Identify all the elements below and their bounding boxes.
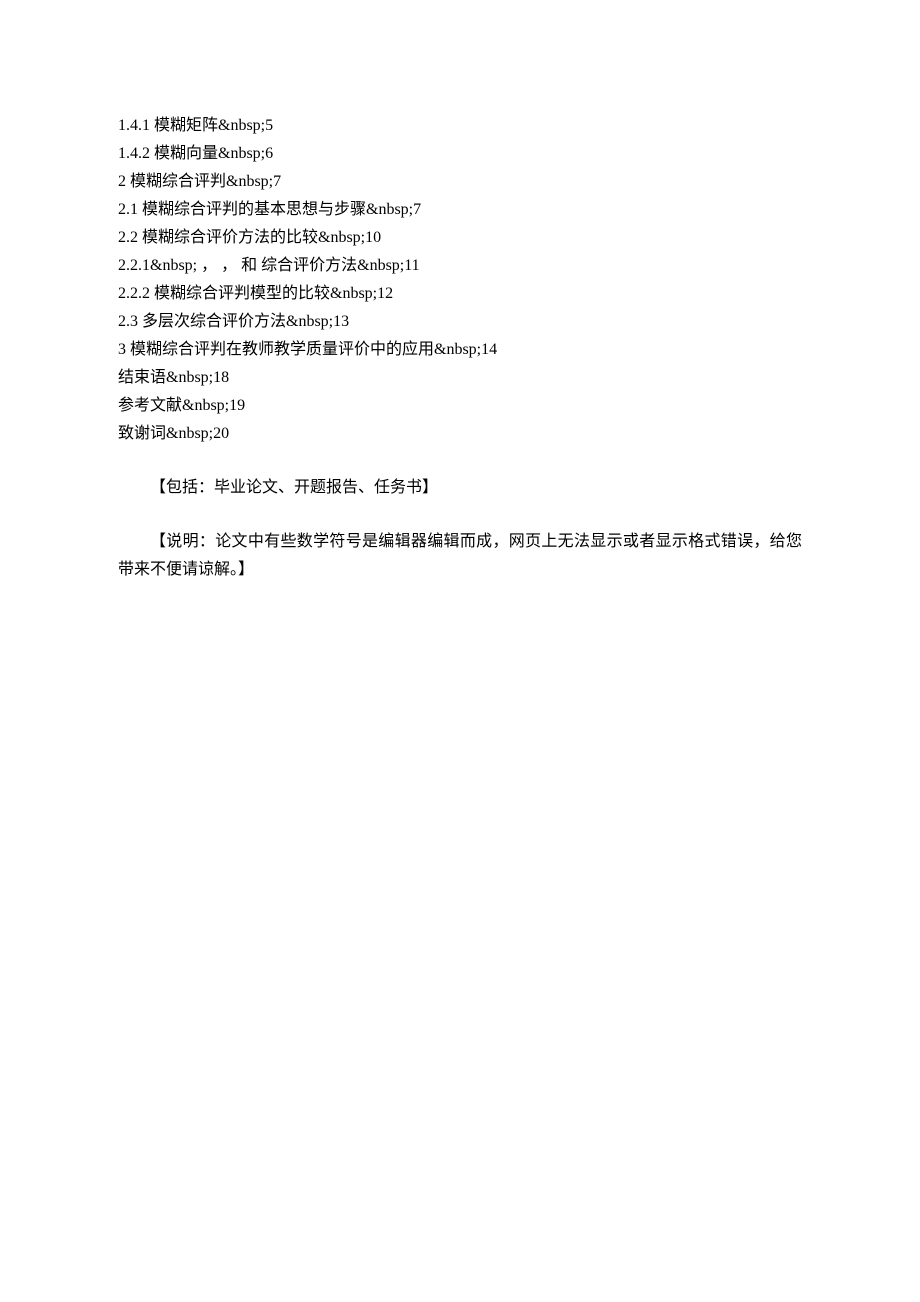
toc-entry: 2.2 模糊综合评价方法的比较&nbsp;10 — [118, 224, 802, 252]
toc-entry: 2.3 多层次综合评价方法&nbsp;13 — [118, 308, 802, 336]
toc-entry: 2.2.2 模糊综合评判模型的比较&nbsp;12 — [118, 280, 802, 308]
toc-entry: 3 模糊综合评判在教师教学质量评价中的应用&nbsp;14 — [118, 336, 802, 364]
table-of-contents: 1.4.1 模糊矩阵&nbsp;5 1.4.2 模糊向量&nbsp;6 2 模糊… — [118, 112, 802, 448]
toc-entry: 致谢词&nbsp;20 — [118, 420, 802, 448]
toc-entry: 2.2.1&nbsp; ， ， 和 综合评价方法&nbsp;11 — [118, 252, 802, 280]
includes-paragraph: 【包括：毕业论文、开题报告、任务书】 — [118, 474, 802, 502]
toc-entry: 1.4.2 模糊向量&nbsp;6 — [118, 140, 802, 168]
note-paragraph: 【说明：论文中有些数学符号是编辑器编辑而成，网页上无法显示或者显示格式错误，给您… — [118, 528, 802, 584]
toc-entry: 1.4.1 模糊矩阵&nbsp;5 — [118, 112, 802, 140]
document-page: 1.4.1 模糊矩阵&nbsp;5 1.4.2 模糊向量&nbsp;6 2 模糊… — [0, 0, 920, 584]
toc-entry: 2.1 模糊综合评判的基本思想与步骤&nbsp;7 — [118, 196, 802, 224]
toc-entry: 2 模糊综合评判&nbsp;7 — [118, 168, 802, 196]
toc-entry: 结束语&nbsp;18 — [118, 364, 802, 392]
toc-entry: 参考文献&nbsp;19 — [118, 392, 802, 420]
